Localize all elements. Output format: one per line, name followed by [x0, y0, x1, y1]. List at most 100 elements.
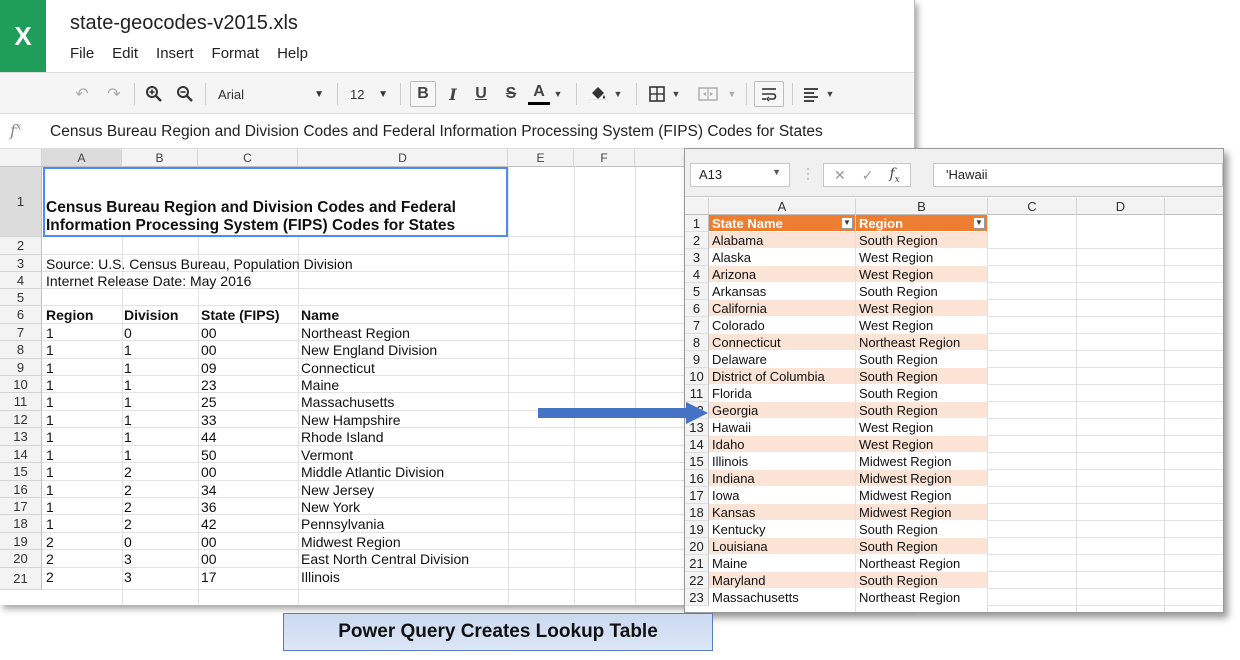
table-cell[interactable]: Maine [709, 555, 855, 572]
select-all-corner[interactable] [0, 149, 42, 167]
table-cell[interactable]: Indiana [709, 470, 855, 487]
table-cell[interactable]: Midwest Region [301, 534, 401, 550]
table-cell[interactable]: Alaska [709, 249, 855, 266]
row-header-19[interactable]: 19 [685, 521, 709, 538]
row-header-13[interactable]: 13 [0, 428, 42, 446]
table-cell[interactable]: Alabama [709, 232, 855, 249]
row-header-17[interactable]: 17 [685, 487, 709, 504]
chevron-down-icon[interactable]: ▼ [824, 81, 836, 107]
select-all-corner[interactable] [685, 198, 709, 215]
row-header-16[interactable]: 16 [0, 481, 42, 498]
row-header-4[interactable]: 4 [685, 266, 709, 283]
row-header-1[interactable]: 1 [685, 215, 709, 232]
row-header-16[interactable]: 16 [685, 470, 709, 487]
zoom-out-icon[interactable] [175, 81, 195, 107]
table-cell[interactable]: West Region [856, 436, 987, 453]
table-cell[interactable]: Massachusetts [301, 394, 394, 410]
table-cell[interactable]: 1 [124, 412, 132, 428]
table-cell[interactable]: 00 [201, 464, 217, 480]
column-header-e[interactable]: E [508, 149, 574, 167]
column-header-d[interactable]: D [1077, 198, 1165, 215]
table-cell[interactable]: South Region [856, 385, 987, 402]
row-header-11[interactable]: 11 [685, 385, 709, 402]
row-header-7[interactable]: 7 [685, 317, 709, 334]
enter-icon[interactable]: ✓ [862, 167, 874, 184]
row-header-6[interactable]: 6 [685, 300, 709, 317]
row-header-4[interactable]: 4 [0, 272, 42, 289]
menu-item-file[interactable]: File [70, 45, 94, 62]
table-cell[interactable]: West Region [856, 266, 987, 283]
table-cell[interactable]: 44 [201, 429, 217, 445]
table-cell[interactable]: 1 [124, 394, 132, 410]
table-cell[interactable]: 1 [46, 377, 54, 393]
row-header-18[interactable]: 18 [0, 515, 42, 533]
name-box[interactable]: A13 ▼ [690, 163, 790, 187]
table-cell[interactable]: 50 [201, 447, 217, 463]
row-header-10[interactable]: 10 [685, 368, 709, 385]
row-header-5[interactable]: 5 [685, 283, 709, 300]
table-cell[interactable]: West Region [856, 419, 987, 436]
table-header-cell[interactable]: Region [856, 215, 987, 232]
table-cell[interactable]: Northeast Region [856, 334, 987, 351]
row-header-5[interactable]: 5 [0, 289, 42, 306]
row-header-6[interactable]: 6 [0, 306, 42, 324]
font-size-select[interactable]: 12 ▼ [346, 83, 392, 105]
table-cell[interactable]: 00 [201, 342, 217, 358]
menu-item-edit[interactable]: Edit [112, 45, 138, 62]
table-cell[interactable]: West Region [856, 300, 987, 317]
chevron-down-icon[interactable]: ▼ [772, 167, 781, 183]
table-cell[interactable]: Connecticut [709, 334, 855, 351]
wrap-text-icon[interactable] [754, 81, 784, 107]
table-cell[interactable]: New England Division [301, 342, 437, 358]
table-cell[interactable]: 1 [46, 429, 54, 445]
table-cell[interactable]: Colorado [709, 317, 855, 334]
excel-formula-input[interactable]: 'Hawaii [933, 163, 1223, 187]
row-header-14[interactable]: 14 [685, 436, 709, 453]
row-header-2[interactable]: 2 [685, 232, 709, 249]
table-cell[interactable]: Arkansas [709, 283, 855, 300]
table-cell[interactable]: 1 [124, 447, 132, 463]
table-cell[interactable]: 1 [124, 429, 132, 445]
table-cell[interactable]: Florida [709, 385, 855, 402]
column-header-d[interactable]: D [298, 149, 508, 167]
table-cell[interactable]: 1 [46, 412, 54, 428]
table-cell[interactable]: West Region [856, 249, 987, 266]
chevron-down-icon[interactable]: ▼ [670, 81, 682, 107]
chevron-down-icon[interactable]: ▼ [726, 81, 738, 107]
column-header-c[interactable]: C [988, 198, 1077, 215]
row-header-12[interactable]: 12 [0, 411, 42, 428]
table-cell[interactable]: Louisiana [709, 538, 855, 555]
table-cell[interactable]: 0 [124, 325, 132, 341]
row-header-8[interactable]: 8 [685, 334, 709, 351]
table-cell[interactable]: Iowa [709, 487, 855, 504]
table-cell[interactable]: 1 [46, 499, 54, 515]
table-cell[interactable]: 36 [201, 499, 217, 515]
column-header-empty[interactable] [1165, 198, 1223, 215]
table-cell[interactable]: Kansas [709, 504, 855, 521]
table-cell[interactable]: New Hampshire [301, 412, 401, 428]
row-header-22[interactable]: 22 [685, 572, 709, 589]
table-cell[interactable]: Illinois [301, 569, 340, 585]
table-cell[interactable]: Georgia [709, 402, 855, 419]
table-cell[interactable]: Rhode Island [301, 429, 384, 445]
table-cell[interactable]: South Region [856, 521, 987, 538]
zoom-in-icon[interactable] [144, 81, 164, 107]
column-header-b[interactable]: B [122, 149, 198, 167]
table-cell[interactable]: 2 [46, 569, 54, 585]
row-header-15[interactable]: 15 [0, 463, 42, 481]
table-cell[interactable]: South Region [856, 572, 987, 589]
table-cell[interactable]: 1 [46, 464, 54, 480]
row-header-17[interactable]: 17 [0, 498, 42, 515]
table-cell[interactable]: Midwest Region [856, 504, 987, 521]
table-cell[interactable]: Maine [301, 377, 339, 393]
column-header-b[interactable]: B [856, 198, 988, 215]
row-header-3[interactable]: 3 [0, 255, 42, 272]
strikethrough-button[interactable]: S [500, 81, 522, 107]
table-cell[interactable]: 34 [201, 482, 217, 498]
table-cell[interactable]: 00 [201, 551, 217, 567]
table-cell[interactable]: 1 [124, 360, 132, 376]
table-cell[interactable]: Hawaii [709, 419, 855, 436]
chevron-down-icon[interactable]: ▼ [612, 81, 624, 107]
table-cell[interactable]: South Region [856, 368, 987, 385]
table-cell[interactable]: Northeast Region [856, 555, 987, 572]
